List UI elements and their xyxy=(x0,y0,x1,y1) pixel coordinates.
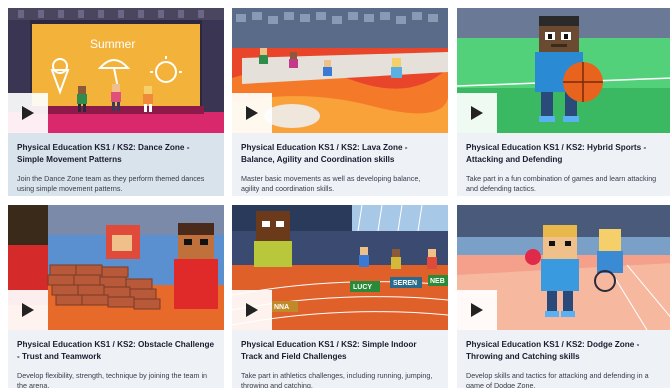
lane-label-neb: NEB xyxy=(430,278,445,285)
play-button[interactable] xyxy=(232,290,272,330)
play-button[interactable] xyxy=(8,290,48,330)
play-icon xyxy=(246,106,258,120)
thumbnail-lava-zone[interactable] xyxy=(232,8,448,133)
play-button[interactable] xyxy=(457,93,497,133)
card-title[interactable]: Physical Education KS1 / KS2: Obstacle C… xyxy=(17,339,215,362)
card-description: Take part in a fun combination of games … xyxy=(466,174,657,194)
card-description: Master basic movements as well as develo… xyxy=(241,174,421,194)
card-title[interactable]: Physical Education KS1 / KS2: Simple Ind… xyxy=(241,339,439,362)
lane-label-nna: NNA xyxy=(274,304,289,311)
play-icon xyxy=(22,303,34,317)
play-icon xyxy=(22,106,34,120)
video-card-hybrid-sports[interactable]: Physical Education KS1 / KS2: Hybrid Spo… xyxy=(457,8,670,196)
card-info: Physical Education KS1 / KS2: Lava Zone … xyxy=(232,133,448,196)
thumbnail-hybrid-sports[interactable] xyxy=(457,8,670,133)
card-title[interactable]: Physical Education KS1 / KS2: Hybrid Spo… xyxy=(466,142,664,165)
lane-label-seren: SEREN xyxy=(393,280,417,287)
card-description: Take part in athletics challenges, inclu… xyxy=(241,371,433,388)
thumbnail-dance-zone[interactable]: Summer xyxy=(8,8,224,133)
thumbnail-dodge-zone[interactable] xyxy=(457,205,670,330)
play-icon xyxy=(471,303,483,317)
thumbnail-obstacle-challenge[interactable] xyxy=(8,205,224,330)
card-title[interactable]: Physical Education KS1 / KS2: Dodge Zone… xyxy=(466,339,664,362)
play-icon xyxy=(246,303,258,317)
play-button[interactable] xyxy=(457,290,497,330)
card-info: Physical Education KS1 / KS2: Hybrid Spo… xyxy=(457,133,670,196)
thumbnail-track-and-field[interactable]: LUCY SEREN NEB NNA xyxy=(232,205,448,330)
card-info: Physical Education KS1 / KS2: Dance Zone… xyxy=(8,133,224,196)
video-card-dance-zone[interactable]: Summer Physical Education KS1 / KS2: Dan… xyxy=(8,8,224,196)
video-card-track-and-field[interactable]: LUCY SEREN NEB NNA Physical Education KS… xyxy=(232,205,448,388)
stage-sign-text: Summer xyxy=(90,37,135,51)
card-description: Join the Dance Zone team as they perform… xyxy=(17,174,205,194)
card-title[interactable]: Physical Education KS1 / KS2: Dance Zone… xyxy=(17,142,215,165)
card-description: Develop skills and tactics for attacking… xyxy=(466,371,649,388)
video-card-dodge-zone[interactable]: Physical Education KS1 / KS2: Dodge Zone… xyxy=(457,205,670,388)
video-card-obstacle-challenge[interactable]: Physical Education KS1 / KS2: Obstacle C… xyxy=(8,205,224,388)
video-card-lava-zone[interactable]: Physical Education KS1 / KS2: Lava Zone … xyxy=(232,8,448,196)
card-info: Physical Education KS1 / KS2: Obstacle C… xyxy=(8,330,224,388)
card-description: Develop flexibility, strength, technique… xyxy=(17,371,208,388)
card-info: Physical Education KS1 / KS2: Simple Ind… xyxy=(232,330,448,388)
lane-label-lucy: LUCY xyxy=(353,284,372,291)
play-button[interactable] xyxy=(8,93,48,133)
card-info: Physical Education KS1 / KS2: Dodge Zone… xyxy=(457,330,670,388)
play-icon xyxy=(471,106,483,120)
card-title[interactable]: Physical Education KS1 / KS2: Lava Zone … xyxy=(241,142,439,165)
video-card-grid: Summer Physical Education KS1 / KS2: Dan… xyxy=(0,0,670,388)
play-button[interactable] xyxy=(232,93,272,133)
